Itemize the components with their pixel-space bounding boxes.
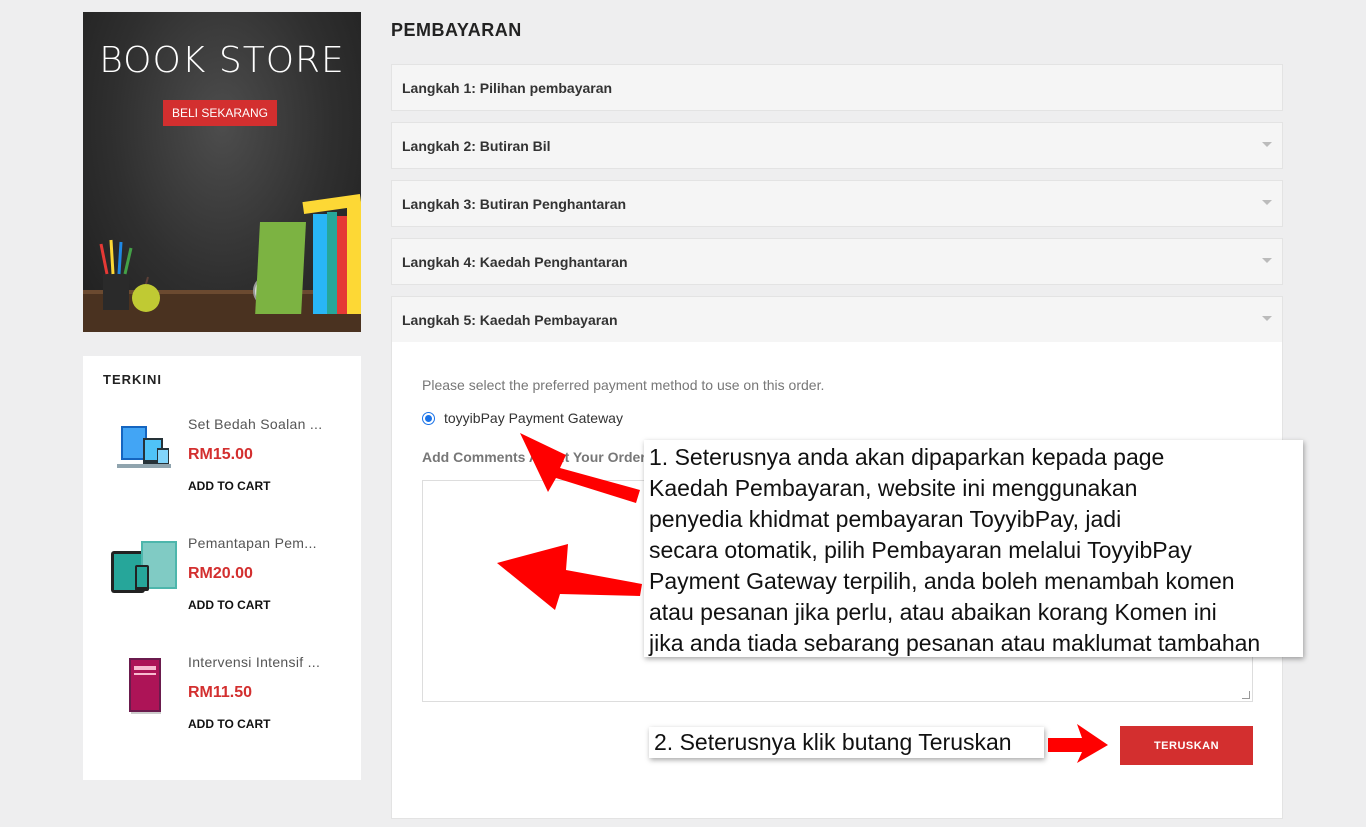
step-label[interactable]: Langkah 2: Butiran Bil	[402, 138, 551, 154]
step-label[interactable]: Langkah 1: Pilihan pembayaran	[402, 80, 612, 96]
checkout-step-2[interactable]: Langkah 2: Butiran Bil	[391, 122, 1283, 169]
banner-illustration	[83, 194, 361, 332]
add-to-cart-button[interactable]: ADD TO CART	[188, 598, 270, 612]
continue-button[interactable]: TERUSKAN	[1120, 726, 1253, 765]
annotation-note-1: 1. Seterusnya anda akan dipaparkan kepad…	[644, 440, 1303, 657]
product-price: RM20.00	[188, 565, 253, 582]
payment-instruction: Please select the preferred payment meth…	[422, 377, 825, 393]
note-line: 1. Seterusnya anda akan dipaparkan kepad…	[649, 444, 1165, 470]
product-price: RM15.00	[188, 446, 253, 463]
product-item[interactable]: Intervensi Intensif ... RM11.50 ADD TO C…	[83, 654, 361, 754]
book-store-banner[interactable]: BOOK STORE BELI SEKARANG	[83, 12, 361, 332]
checkout-step-3[interactable]: Langkah 3: Butiran Penghantaran	[391, 180, 1283, 227]
caret-down-icon[interactable]	[1262, 316, 1272, 321]
note-line: penyedia khidmat pembayaran ToyyibPay, j…	[649, 506, 1122, 532]
step-label[interactable]: Langkah 3: Butiran Penghantaran	[402, 196, 626, 212]
latest-products-widget: TERKINI Set Bedah Soalan ... RM15.00 ADD…	[83, 356, 361, 780]
page-title: PEMBAYARAN	[391, 20, 522, 40]
widget-title: TERKINI	[103, 372, 162, 387]
product-thumbnail[interactable]	[109, 418, 179, 478]
checkout-step-5[interactable]: Langkah 5: Kaedah Pembayaran	[391, 296, 1283, 343]
caret-down-icon[interactable]	[1262, 258, 1272, 263]
checkout-step-4[interactable]: Langkah 4: Kaedah Penghantaran	[391, 238, 1283, 285]
checkout-step-1[interactable]: Langkah 1: Pilihan pembayaran	[391, 64, 1283, 111]
annotation-note-2: 2. Seterusnya klik butang Teruskan	[649, 727, 1044, 758]
payment-radio[interactable]	[422, 411, 435, 425]
step-label[interactable]: Langkah 5: Kaedah Pembayaran	[402, 312, 618, 328]
note-line: atau pesanan jika perlu, atau abaikan ko…	[649, 599, 1217, 625]
add-to-cart-button[interactable]: ADD TO CART	[188, 717, 270, 731]
product-thumbnail[interactable]	[109, 537, 179, 597]
payment-option-label[interactable]: toyyibPay Payment Gateway	[444, 410, 623, 426]
note-line: Kaedah Pembayaran, website ini menggunak…	[649, 475, 1138, 501]
note-line: Payment Gateway terpilih, anda boleh men…	[649, 568, 1235, 594]
product-price: RM11.50	[188, 684, 253, 701]
product-item[interactable]: Pemantapan Pem... RM20.00 ADD TO CART	[83, 535, 361, 635]
add-to-cart-button[interactable]: ADD TO CART	[188, 479, 270, 493]
payment-option[interactable]: toyyibPay Payment Gateway	[422, 410, 623, 426]
resize-grip-icon[interactable]	[1242, 691, 1250, 699]
step-label[interactable]: Langkah 4: Kaedah Penghantaran	[402, 254, 628, 270]
caret-down-icon[interactable]	[1262, 200, 1272, 205]
note-line: secara otomatik, pilih Pembayaran melalu…	[649, 537, 1192, 563]
product-name[interactable]: Pemantapan Pem...	[188, 535, 338, 551]
note-line: jika anda tiada sebarang pesanan atau ma…	[649, 630, 1261, 656]
comment-label: Add Comments About Your Order	[422, 449, 646, 465]
product-name[interactable]: Set Bedah Soalan ...	[188, 416, 338, 432]
caret-down-icon[interactable]	[1262, 142, 1272, 147]
product-name[interactable]: Intervensi Intensif ...	[188, 654, 338, 670]
product-item[interactable]: Set Bedah Soalan ... RM15.00 ADD TO CART	[83, 416, 361, 516]
product-thumbnail[interactable]	[109, 656, 179, 716]
